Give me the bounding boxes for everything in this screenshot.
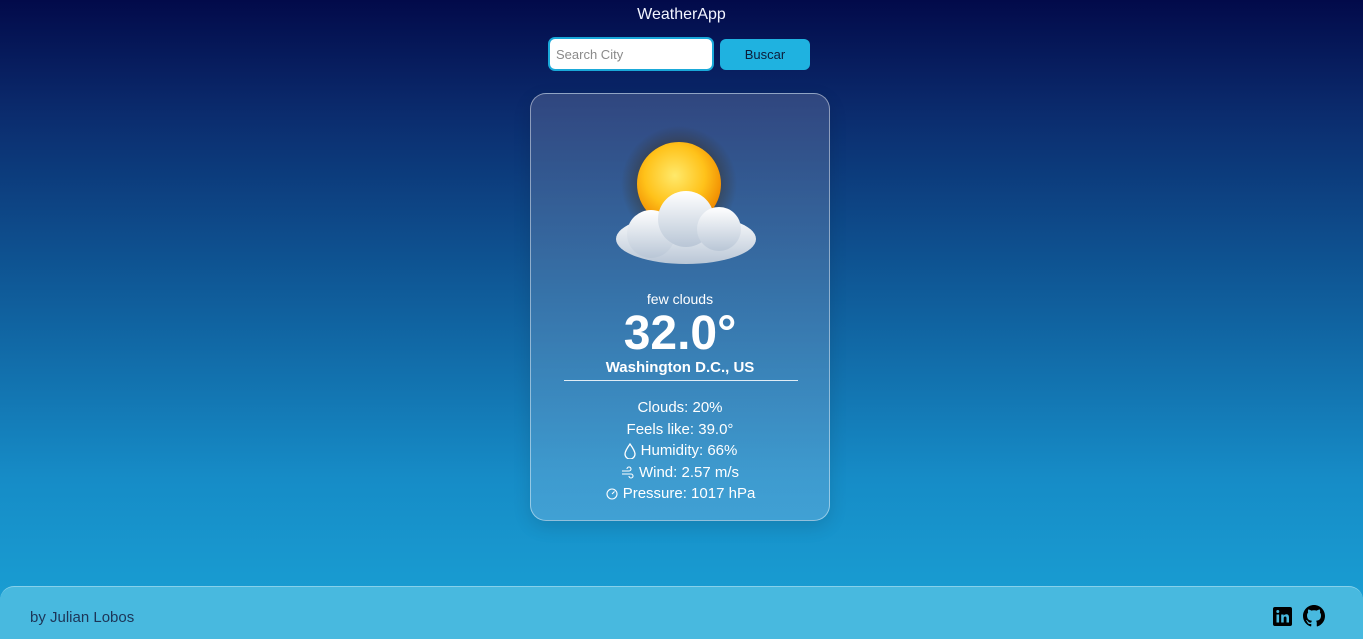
- location-name: Washington D.C., US: [605, 359, 755, 376]
- sun-behind-cloud-icon: [591, 114, 771, 284]
- app-title: WeatherApp: [637, 6, 726, 23]
- weather-details: Clouds: 20% Feels like: 39.0° Humidity: …: [531, 397, 829, 505]
- weather-description: few clouds: [646, 291, 714, 307]
- clouds-value: Clouds: 20%: [637, 399, 723, 416]
- footer-credit: by Julian Lobos: [30, 609, 135, 626]
- footer: by Julian Lobos: [0, 586, 1363, 639]
- humidity-value: Humidity: 66%: [640, 442, 738, 459]
- detail-clouds: Clouds: 20%: [531, 397, 829, 419]
- feels-like-value: Feels like: 39.0°: [626, 420, 734, 438]
- detail-humidity: Humidity: 66%: [531, 440, 829, 462]
- droplet-icon: [623, 442, 637, 459]
- wind-value: Wind: 2.57 m/s: [638, 463, 740, 481]
- temperature: 32.0°: [623, 307, 737, 360]
- search-bar: Buscar: [548, 37, 810, 71]
- github-icon[interactable]: [1303, 605, 1325, 627]
- weather-card: few clouds 32.0° Washington D.C., US Clo…: [530, 93, 830, 521]
- gauge-icon: [605, 486, 619, 502]
- wind-icon: [621, 464, 635, 480]
- search-button[interactable]: Buscar: [720, 39, 810, 70]
- detail-wind: Wind: 2.57 m/s: [531, 462, 829, 484]
- social-links: [1271, 605, 1325, 627]
- detail-pressure: Pressure: 1017 hPa: [531, 483, 829, 505]
- pressure-value: Pressure: 1017 hPa: [622, 485, 756, 502]
- divider: [564, 380, 798, 381]
- detail-feels-like: Feels like: 39.0°: [531, 419, 829, 441]
- linkedin-icon[interactable]: [1271, 605, 1293, 627]
- search-input[interactable]: [548, 37, 714, 71]
